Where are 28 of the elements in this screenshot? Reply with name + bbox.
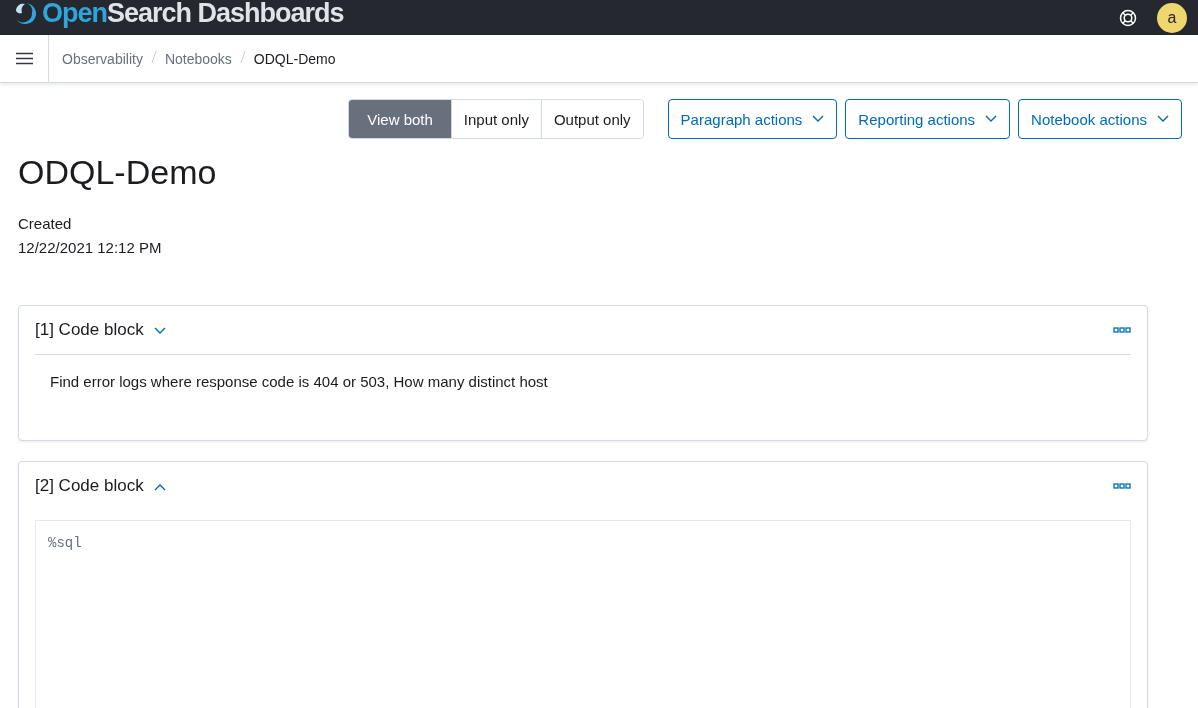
actions-dropdown-button[interactable]: Notebook actions (1018, 99, 1182, 139)
breadcrumb[interactable]: Notebooks (164, 50, 232, 67)
view-toggle-button[interactable]: View both (349, 100, 451, 138)
chevron-down-icon[interactable] (153, 327, 166, 335)
user-avatar[interactable]: a (1157, 2, 1187, 33)
created-label: Created (18, 214, 73, 234)
actions-dropdown-button[interactable]: Paragraph actions (667, 99, 838, 139)
notebook-title: ODQL-Demo (18, 153, 218, 192)
created-date: 12/22/2021 12:12 PM (18, 238, 163, 258)
caret-icon[interactable] (812, 115, 825, 123)
separator-icon (239, 50, 246, 64)
view-toggle-button[interactable]: Output only (540, 100, 643, 138)
more-icon[interactable] (1113, 483, 1131, 489)
paragraph-output: Find error logs where response code is 404 or 503, How many distinct host (35, 354, 1131, 440)
logo-text: OpenSearch Dashboards (42, 0, 344, 27)
menu-icon[interactable] (15, 52, 33, 65)
code-input[interactable]: %sql (35, 520, 1131, 708)
chevron-up-icon[interactable] (153, 483, 166, 491)
help-icon[interactable] (1119, 8, 1137, 27)
paragraph-title: [1] Code block (35, 320, 144, 340)
breadcrumb: ODQL-Demo (253, 50, 336, 67)
breadcrumb[interactable]: Observability (62, 50, 143, 67)
paragraph-title: [2] Code block (35, 476, 144, 496)
separator-icon (150, 50, 157, 64)
actions-dropdown-button[interactable]: Reporting actions (845, 99, 1011, 139)
caret-icon[interactable] (985, 115, 998, 123)
caret-icon[interactable] (1157, 115, 1169, 123)
more-icon[interactable] (1113, 327, 1131, 333)
